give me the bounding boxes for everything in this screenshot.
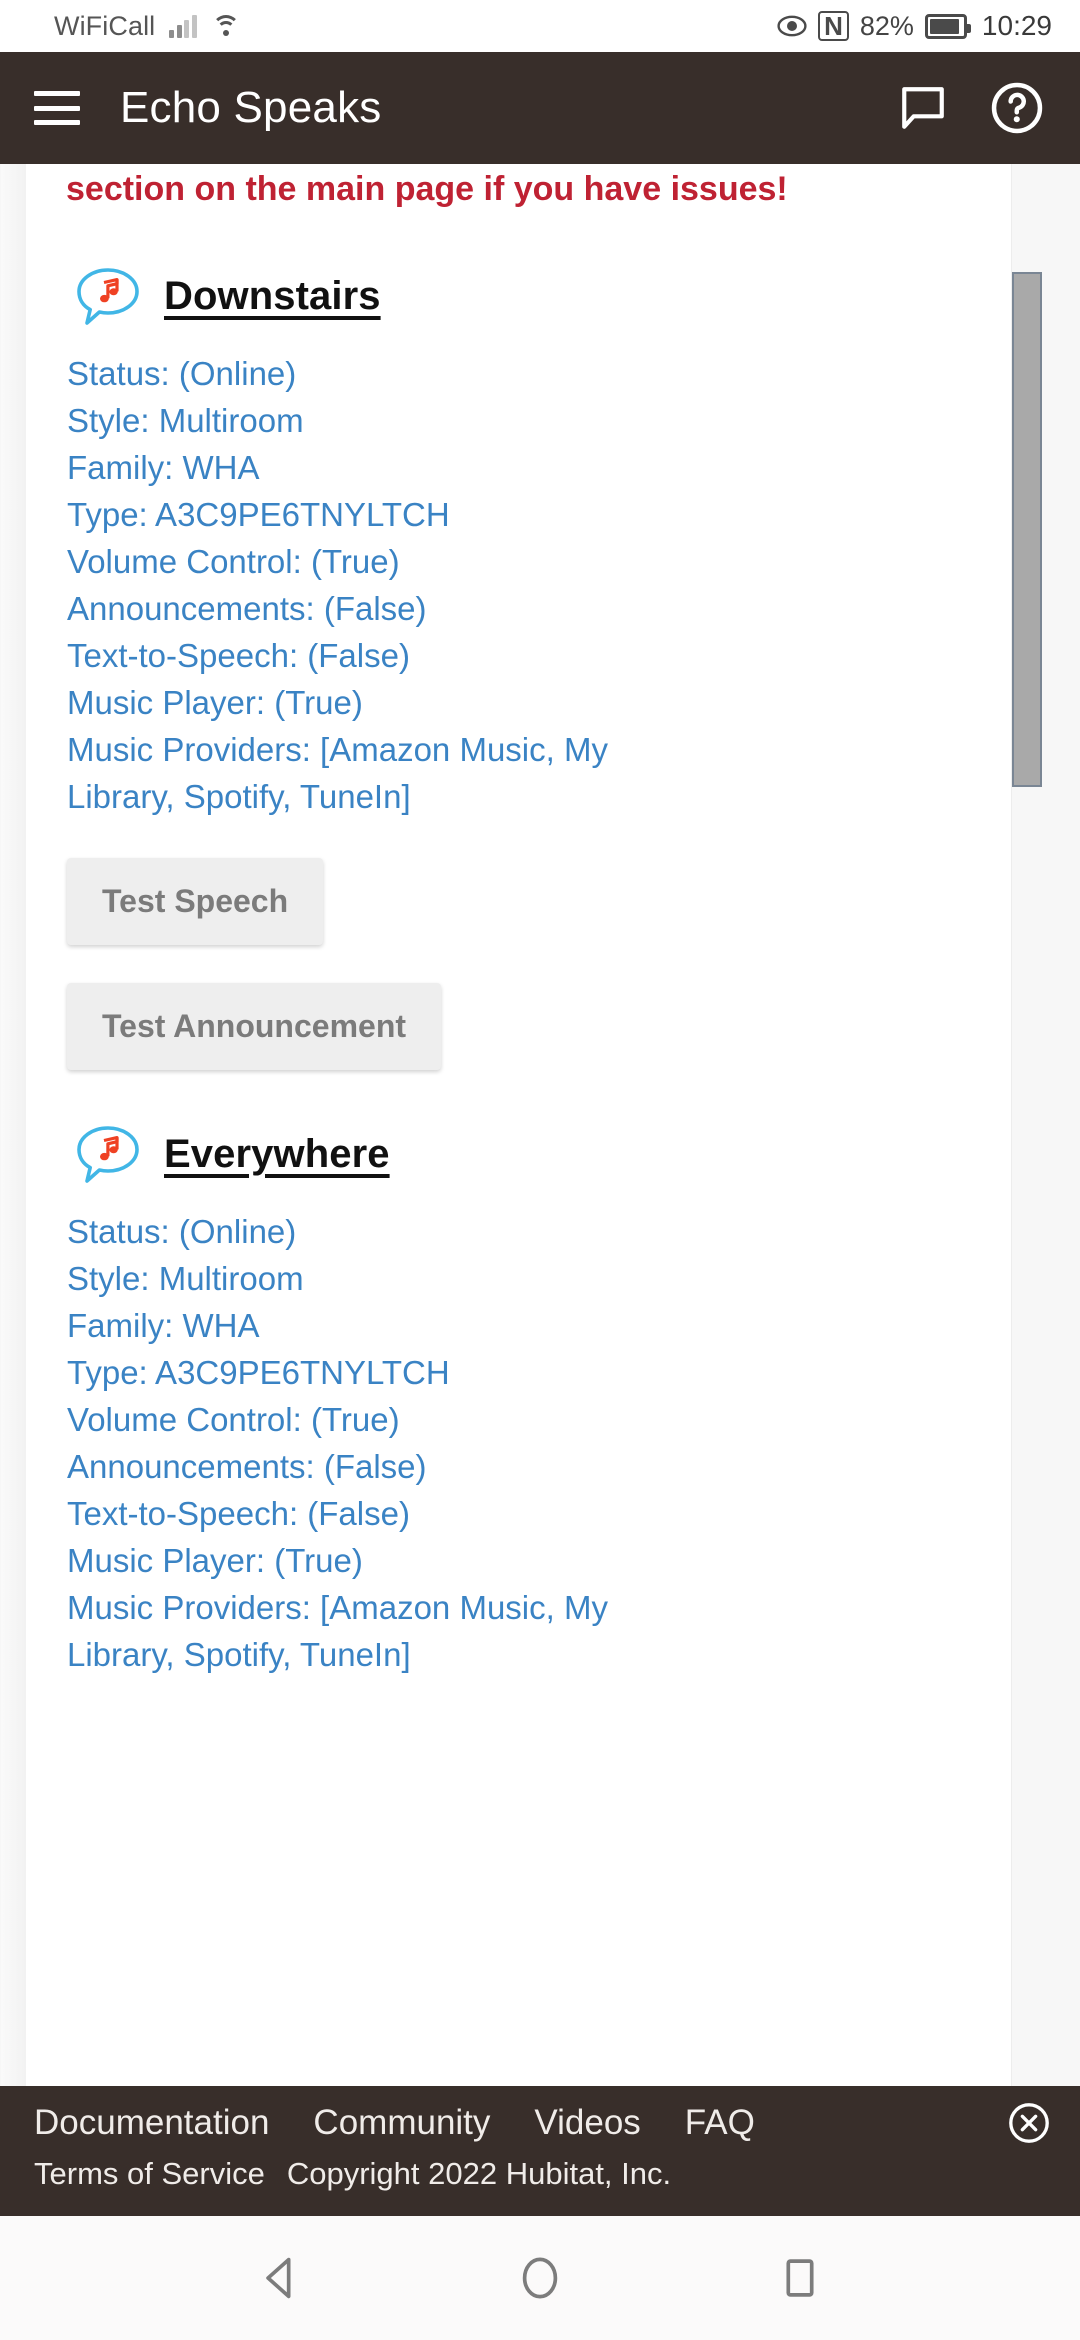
app-header-bar: Echo Speaks bbox=[0, 52, 1080, 164]
test-speech-button-wrap: Test Speech bbox=[64, 858, 973, 945]
footer-legal-row: Terms of Service Copyright 2022 Hubitat,… bbox=[34, 2156, 1050, 2192]
page-title: Echo Speaks bbox=[120, 83, 382, 132]
warning-message: section on the main page if you have iss… bbox=[66, 170, 788, 208]
detail-announcements: Announcements: (False) bbox=[67, 1448, 427, 1485]
detail-music-providers: Music Providers: [Amazon Music, My Libra… bbox=[67, 731, 608, 815]
eye-icon bbox=[777, 15, 807, 37]
detail-type: Type: A3C9PE6TNYLTCH bbox=[67, 1354, 450, 1391]
section-header[interactable]: Everywhere bbox=[64, 1124, 973, 1184]
music-speech-bubble-icon bbox=[77, 268, 139, 325]
wifi-icon bbox=[211, 14, 241, 38]
detail-announcements: Announcements: (False) bbox=[67, 590, 427, 627]
scrollbar-thumb[interactable] bbox=[1012, 272, 1042, 787]
detail-text-to-speech: Text-to-Speech: (False) bbox=[67, 1495, 410, 1532]
close-circle-icon[interactable] bbox=[1008, 2102, 1050, 2144]
detail-volume-control: Volume Control: (True) bbox=[67, 543, 400, 580]
detail-text-to-speech: Text-to-Speech: (False) bbox=[67, 637, 410, 674]
hamburger-menu-icon[interactable] bbox=[34, 91, 80, 125]
status-bar-right: N 82% 10:29 bbox=[777, 10, 1052, 42]
content-card: section on the main page if you have iss… bbox=[1, 164, 1012, 2086]
device-section-everywhere: Everywhere Status: (Online) Style: Multi… bbox=[64, 1124, 973, 1678]
footer-link-videos[interactable]: Videos bbox=[534, 2103, 640, 2143]
detail-status: Status: (Online) bbox=[67, 1213, 297, 1250]
test-announcement-button[interactable]: Test Announcement bbox=[67, 983, 442, 1070]
signal-bars-icon bbox=[169, 14, 197, 38]
section-title: Downstairs bbox=[164, 273, 381, 318]
carrier-label: WiFiCall bbox=[54, 10, 156, 41]
footer-links-row: Documentation Community Videos FAQ bbox=[34, 2102, 1050, 2144]
detail-style: Style: Multiroom bbox=[67, 402, 304, 439]
battery-percent-label: 82% bbox=[859, 10, 914, 41]
device-detail-list: Status: (Online) Style: Multiroom Family… bbox=[64, 350, 973, 820]
clock-label: 10:29 bbox=[981, 10, 1052, 41]
detail-music-player: Music Player: (True) bbox=[67, 1542, 363, 1579]
detail-music-providers: Music Providers: [Amazon Music, My Libra… bbox=[67, 1589, 608, 1673]
android-status-bar: WiFiCall N 82% 10:29 bbox=[0, 0, 1080, 52]
detail-type: Type: A3C9PE6TNYLTCH bbox=[67, 496, 450, 533]
detail-volume-control: Volume Control: (True) bbox=[67, 1401, 400, 1438]
detail-music-player: Music Player: (True) bbox=[67, 684, 363, 721]
recents-square-icon[interactable] bbox=[769, 2247, 831, 2309]
vertical-scrollbar[interactable] bbox=[1012, 164, 1042, 2086]
detail-family: Family: WHA bbox=[67, 449, 260, 486]
detail-status: Status: (Online) bbox=[67, 355, 297, 392]
back-triangle-icon[interactable] bbox=[249, 2247, 311, 2309]
app-header-actions bbox=[898, 81, 1044, 135]
section-header[interactable]: Downstairs bbox=[64, 266, 973, 326]
site-footer: Documentation Community Videos FAQ Terms… bbox=[0, 2086, 1080, 2216]
device-detail-list: Status: (Online) Style: Multiroom Family… bbox=[64, 1208, 973, 1678]
help-circle-icon[interactable] bbox=[990, 81, 1044, 135]
footer-link-community[interactable]: Community bbox=[313, 2103, 490, 2143]
nfc-icon: N bbox=[818, 11, 849, 41]
home-circle-icon[interactable] bbox=[509, 2247, 571, 2309]
scrollable-content-area[interactable]: section on the main page if you have iss… bbox=[0, 164, 1080, 2086]
footer-link-terms[interactable]: Terms of Service bbox=[34, 2156, 265, 2192]
detail-family: Family: WHA bbox=[67, 1307, 260, 1344]
chat-bubble-icon[interactable] bbox=[898, 83, 948, 133]
test-speech-button[interactable]: Test Speech bbox=[67, 858, 324, 945]
test-announcement-button-wrap: Test Announcement bbox=[64, 983, 973, 1070]
device-section-downstairs: Downstairs Status: (Online) Style: Multi… bbox=[64, 266, 973, 1070]
android-nav-bar bbox=[0, 2216, 1080, 2340]
footer-link-documentation[interactable]: Documentation bbox=[34, 2103, 269, 2143]
battery-icon bbox=[924, 13, 971, 39]
footer-link-faq[interactable]: FAQ bbox=[685, 2103, 755, 2143]
section-title: Everywhere bbox=[164, 1131, 390, 1176]
footer-copyright: Copyright 2022 Hubitat, Inc. bbox=[286, 2156, 672, 2191]
music-speech-bubble-icon bbox=[77, 1126, 139, 1183]
detail-style: Style: Multiroom bbox=[67, 1260, 304, 1297]
status-bar-left: WiFiCall bbox=[54, 11, 241, 42]
